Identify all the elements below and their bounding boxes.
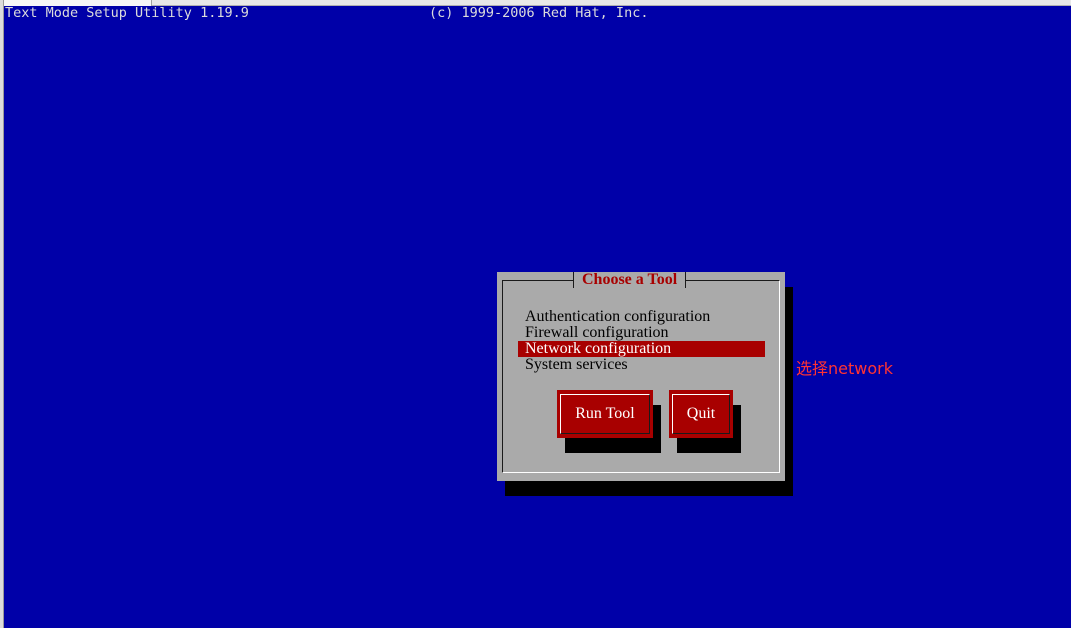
- run-tool-button-label: Run Tool: [560, 394, 650, 434]
- run-tool-button[interactable]: Run Tool: [557, 390, 653, 438]
- copyright-text: (c) 1999-2006 Red Hat, Inc.: [429, 5, 649, 21]
- tool-item-network[interactable]: Network configuration: [518, 341, 765, 357]
- quit-button-label: Quit: [672, 394, 730, 434]
- utility-title: Text Mode Setup Utility 1.19.9: [5, 5, 249, 21]
- tool-item-authentication[interactable]: Authentication configuration: [518, 309, 765, 325]
- tool-item-system-services[interactable]: System services: [518, 357, 765, 373]
- annotation-note: 选择network: [796, 359, 893, 378]
- dialog-title: Choose a Tool: [573, 272, 687, 288]
- tool-list[interactable]: Authentication configuration Firewall co…: [518, 309, 765, 373]
- quit-button[interactable]: Quit: [669, 390, 733, 438]
- tool-item-firewall[interactable]: Firewall configuration: [518, 325, 765, 341]
- choose-tool-dialog: Choose a Tool Authentication configurati…: [497, 272, 785, 481]
